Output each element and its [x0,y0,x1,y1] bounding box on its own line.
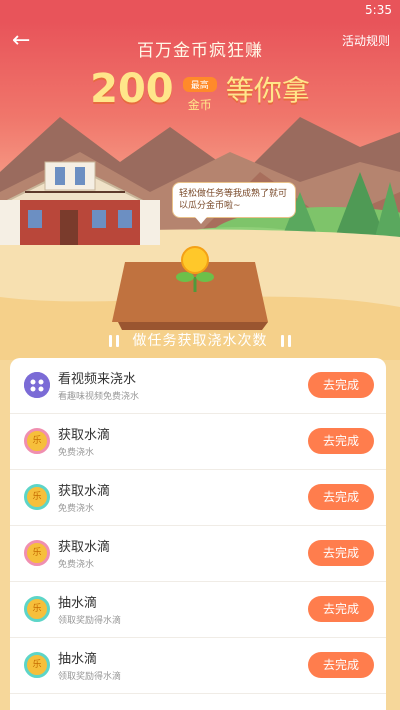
task-title: 抽水滴 [58,652,98,667]
task-row: 乐 获取水滴 免费浇水 去完成 [10,414,386,470]
page-title: 百万金币疯狂赚 [137,41,263,61]
task-complete-button[interactable]: 去完成 [308,428,374,454]
task-title: 抽水滴 [58,596,98,611]
task-title: 获取水滴 [58,428,111,443]
section-title: 做任务获取浇水次数 [0,330,400,350]
task-title: 看视频来浇水 [58,372,137,387]
task-row: 乐 抽水滴 领取奖励得水滴 去完成 [10,638,386,694]
status-bar: 5:35 [0,0,400,22]
video-icon [24,372,50,398]
task-subtitle: 免费浇水 [58,448,95,458]
task-row: 看视频来浇水 看趣味视频免费浇水 去完成 [10,358,386,414]
task-subtitle: 看趣味视频免费浇水 [58,392,140,402]
task-subtitle: 免费浇水 [58,560,95,570]
promo-headline: 200 最高 金币 等你拿 [0,66,400,112]
promo-badge: 最高 [182,77,217,92]
activity-rules-link[interactable]: 活动规则 [342,32,390,49]
task-complete-button[interactable]: 去完成 [308,484,374,510]
task-complete-button[interactable]: 去完成 [308,540,374,566]
promo-unit-group: 最高 金币 [182,77,217,113]
task-subtitle: 领取奖励得水滴 [58,672,122,682]
promo-amount: 200 [90,66,174,112]
task-subtitle: 领取奖励得水滴 [58,616,122,626]
coin-icon: 乐 [24,652,50,678]
section-title-text: 做任务获取浇水次数 [132,333,268,349]
task-complete-button[interactable]: 去完成 [308,652,374,678]
task-list-card: 看视频来浇水 看趣味视频免费浇水 去完成 乐 获取水滴 免费浇水 去完成 乐 获… [10,358,386,710]
task-subtitle: 免费浇水 [58,504,95,514]
status-time: 5:35 [365,3,392,17]
task-row: 乐 获取水滴 免费浇水 去完成 [10,526,386,582]
speech-bubble: 轻松做任务等我成熟了就可以瓜分金币啦~ [172,182,296,224]
promo-unit: 金币 [187,98,212,112]
hero-banner: ← 百万金币疯狂赚 活动规则 200 最高 金币 等你拿 轻松做任务等我成熟了就… [0,22,400,360]
task-row: 乐 获取水滴 免费浇水 去完成 [10,470,386,526]
task-complete-button[interactable]: 去完成 [308,596,374,622]
task-title: 获取水滴 [58,484,111,499]
task-row: 乐 抽水滴 领取奖励得水滴 去完成 [10,582,386,638]
coin-icon: 乐 [24,596,50,622]
promo-tail: 等你拿 [225,74,310,107]
task-title: 获取水滴 [58,540,111,555]
coin-icon: 乐 [24,428,50,454]
task-complete-button[interactable]: 去完成 [308,372,374,398]
coin-icon: 乐 [24,484,50,510]
coin-icon: 乐 [24,540,50,566]
